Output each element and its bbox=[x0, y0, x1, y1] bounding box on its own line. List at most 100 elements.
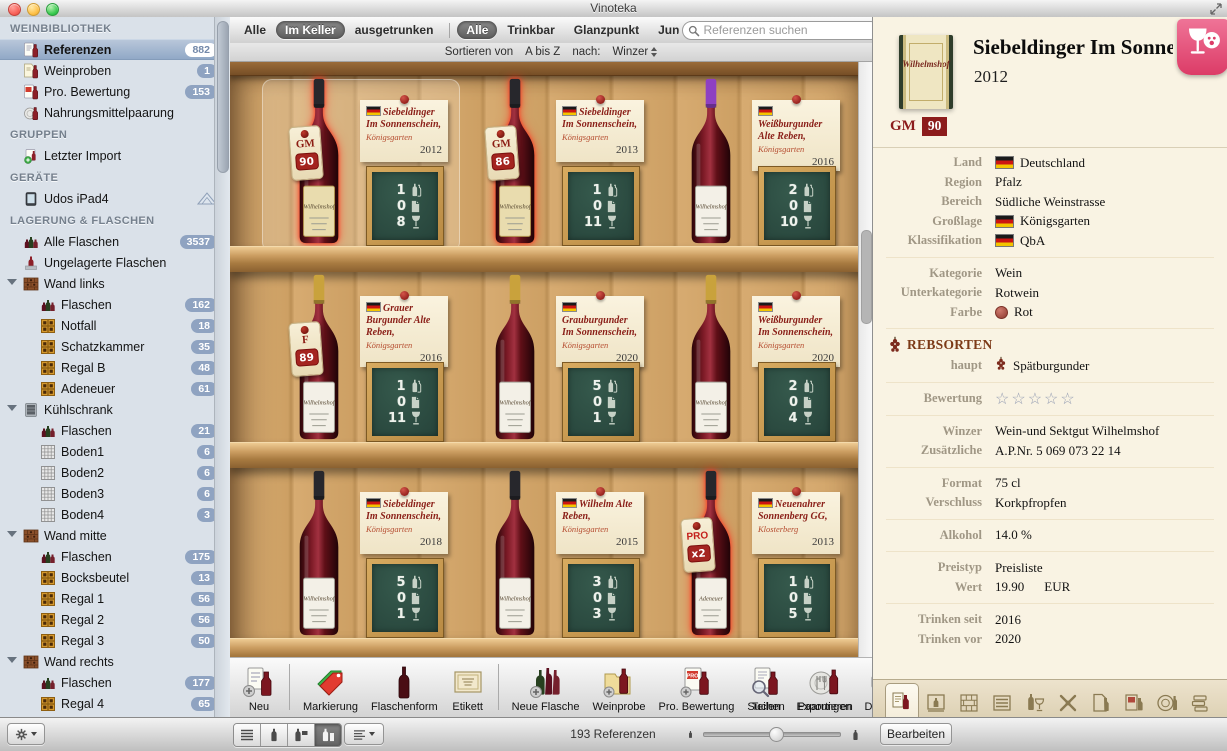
filter-button-ausgetrunken[interactable]: ausgetrunken bbox=[346, 21, 443, 39]
wine-note-card[interactable]: Weißburgunder Im Sonnenschein, Königsgar… bbox=[752, 296, 840, 367]
filter-button-glanzpunkt[interactable]: Glanzpunkt bbox=[565, 21, 648, 39]
sidebar-item-flaschen[interactable]: Flaschen 177 bbox=[0, 672, 230, 693]
filter-button-jun[interactable]: Jun bbox=[649, 21, 679, 39]
wine-slot[interactable]: Wilhelmshof Weißburgunder Im Sonnenschei… bbox=[666, 272, 862, 468]
view-bottles-segment[interactable] bbox=[261, 724, 288, 746]
sidebar-item-flaschen[interactable]: Flaschen 162 bbox=[0, 294, 230, 315]
disclosure-triangle-icon[interactable] bbox=[7, 279, 17, 285]
cellar-scrollbar-thumb[interactable] bbox=[861, 230, 872, 324]
toolbar-item-pro-bewertung[interactable]: Pro. Bewertung bbox=[659, 667, 735, 714]
sidebar-item-kühlschrank[interactable]: Kühlschrank bbox=[0, 399, 230, 420]
wine-label-thumbnail[interactable]: Wilhelmshof bbox=[899, 35, 953, 109]
tab-pro[interactable] bbox=[1118, 687, 1150, 718]
filter-button-alle[interactable]: Alle bbox=[457, 21, 497, 39]
sidebar-item-boden4[interactable]: Boden4 3 bbox=[0, 504, 230, 525]
bottle-area[interactable]: Wilhelmshof bbox=[290, 468, 348, 639]
wine-slot[interactable]: Wilhelmshof Wilhelm Alte Reben, Königsga… bbox=[470, 468, 666, 662]
edit-button[interactable]: Bearbeiten bbox=[880, 723, 952, 745]
action-gear-button[interactable] bbox=[7, 723, 45, 745]
close-window-icon[interactable] bbox=[8, 3, 21, 16]
toolbar-item-markierung[interactable]: Markierung bbox=[303, 667, 358, 714]
fullscreen-icon[interactable] bbox=[1210, 3, 1222, 15]
wine-slot[interactable]: Adeneuer PRO x2 Neuenahrer Sonnenberg GG… bbox=[666, 468, 862, 662]
sidebar-item-wand-mitte[interactable]: Wand mitte bbox=[0, 525, 230, 546]
bottle-area[interactable]: Adeneuer PRO x2 bbox=[682, 468, 740, 639]
wine-bottle[interactable]: Wilhelmshof bbox=[682, 272, 740, 442]
sidebar-scrollbar[interactable] bbox=[214, 17, 230, 718]
disclosure-triangle-icon[interactable] bbox=[7, 405, 17, 411]
sidebar-item-regal-2[interactable]: Regal 2 56 bbox=[0, 609, 230, 630]
tab-pairing[interactable] bbox=[1151, 687, 1183, 718]
zoom-slider[interactable] bbox=[686, 724, 862, 745]
group-options-button[interactable] bbox=[344, 723, 384, 745]
bottle-area[interactable]: Wilhelmshof bbox=[682, 76, 740, 247]
tab-inventory[interactable] bbox=[1184, 687, 1216, 718]
sidebar-item-nahrungsmittelpaarung[interactable]: Nahrungsmittelpaarung bbox=[0, 102, 230, 123]
slider-thumb[interactable] bbox=[769, 727, 784, 742]
wine-slot[interactable]: Wilhelmshof GM 86 Siebeldinger Im Sonnen… bbox=[470, 76, 666, 272]
wine-note-card[interactable]: Grauer Burgunder Alte Reben, Königsgarte… bbox=[360, 296, 448, 367]
zoom-window-icon[interactable] bbox=[46, 3, 59, 16]
tab-notes[interactable] bbox=[1085, 687, 1117, 718]
wine-slot[interactable]: Wilhelmshof Weißburgunder Alte Reben, Kö… bbox=[666, 76, 862, 272]
sidebar-item-alle-flaschen[interactable]: Alle Flaschen 3537 bbox=[0, 231, 230, 252]
wine-note-card[interactable]: Neuenahrer Sonnenberg GG, Klosterberg 20… bbox=[752, 492, 840, 554]
tab-crate[interactable] bbox=[986, 687, 1018, 718]
sidebar-item-flaschen[interactable]: Flaschen 21 bbox=[0, 420, 230, 441]
filter-button-im-keller[interactable]: Im Keller bbox=[276, 21, 345, 39]
toolbar-item-neue-flasche[interactable]: Neue Flasche bbox=[512, 667, 580, 714]
disclosure-triangle-icon[interactable] bbox=[7, 531, 17, 537]
sidebar-item-referenzen[interactable]: Referenzen 882 bbox=[0, 39, 230, 60]
sidebar-item-bocksbeutel[interactable]: Bocksbeutel 13 bbox=[0, 567, 230, 588]
bottle-area[interactable]: Wilhelmshof GM 90 bbox=[290, 76, 348, 247]
tab-details[interactable] bbox=[885, 683, 919, 718]
sidebar-item-wand-rechts[interactable]: Wand rechts bbox=[0, 651, 230, 672]
sidebar-item-pro-bewertung[interactable]: Pro. Bewertung 153 bbox=[0, 81, 230, 102]
sidebar-item-boden2[interactable]: Boden2 6 bbox=[0, 462, 230, 483]
cellar-scrollbar[interactable] bbox=[858, 62, 872, 662]
tab-grapes[interactable] bbox=[1052, 687, 1084, 718]
sidebar-item-adeneuer[interactable]: Adeneuer 61 bbox=[0, 378, 230, 399]
view-list-segment[interactable] bbox=[234, 724, 261, 746]
toolbar-item-weinprobe[interactable]: Weinprobe bbox=[593, 667, 646, 714]
tab-storage[interactable] bbox=[953, 687, 985, 718]
tasting-ribbon-badge[interactable] bbox=[1177, 19, 1227, 75]
view-bottle-label-segment[interactable] bbox=[288, 724, 315, 746]
slider-track[interactable] bbox=[703, 732, 841, 737]
bottle-area[interactable]: Wilhelmshof bbox=[486, 272, 544, 443]
tab-tasting[interactable] bbox=[1019, 687, 1051, 718]
wine-bottle[interactable]: Wilhelmshof bbox=[486, 272, 544, 442]
sidebar-item-weinproben[interactable]: Weinproben 1 bbox=[0, 60, 230, 81]
bottle-area[interactable]: Wilhelmshof bbox=[486, 468, 544, 639]
filter-button-trinkbar[interactable]: Trinkbar bbox=[498, 21, 563, 39]
sidebar-item-regal-3[interactable]: Regal 3 50 bbox=[0, 630, 230, 651]
minimize-window-icon[interactable] bbox=[27, 3, 40, 16]
sidebar-item-udos-ipad4[interactable]: Udos iPad4 bbox=[0, 188, 230, 209]
toolbar-item-flaschenform[interactable]: Flaschenform bbox=[371, 667, 438, 714]
sidebar-item-boden3[interactable]: Boden3 6 bbox=[0, 483, 230, 504]
wine-note-card[interactable]: Wilhelm Alte Reben, Königsgarten 2015 bbox=[556, 492, 644, 554]
view-shelf-segment[interactable] bbox=[315, 724, 341, 746]
sidebar-item-ungelagerte-flaschen[interactable]: Ungelagerte Flaschen bbox=[0, 252, 230, 273]
wine-note-card[interactable]: Grauburgunder Im Sonnenschein, Königsgar… bbox=[556, 296, 644, 367]
sidebar-item-regal-1[interactable]: Regal 1 56 bbox=[0, 588, 230, 609]
wine-note-card[interactable]: Siebeldinger Im Sonnenschein, Königsgart… bbox=[556, 100, 644, 162]
sidebar-item-letzter-import[interactable]: Letzter Import bbox=[0, 145, 230, 166]
wine-slot[interactable]: Wilhelmshof GM 90 Siebeldinger Im Sonnen… bbox=[274, 76, 470, 272]
title-bar[interactable]: Vinoteka bbox=[0, 0, 1227, 18]
sort-order-control[interactable]: A bis Z bbox=[525, 46, 560, 58]
wine-note-card[interactable]: Siebeldinger Im Sonnenschein, Königsgart… bbox=[360, 100, 448, 162]
sidebar-item-regal-b[interactable]: Regal B 48 bbox=[0, 357, 230, 378]
sort-key-dropdown[interactable]: Winzer bbox=[612, 46, 657, 58]
wine-slot[interactable]: Wilhelmshof Siebeldinger Im Sonnenschein… bbox=[274, 468, 470, 662]
toolbar-item-suchen[interactable]: Suchen Teilen bbox=[747, 667, 784, 714]
sidebar-item-schatzkammer[interactable]: Schatzkammer 35 bbox=[0, 336, 230, 357]
wine-bottle[interactable]: Wilhelmshof bbox=[682, 76, 740, 246]
wine-note-card[interactable]: Siebeldinger Im Sonnenschein, Königsgart… bbox=[360, 492, 448, 554]
sidebar-scrollbar-thumb[interactable] bbox=[217, 21, 229, 173]
wine-slot[interactable]: Wilhelmshof Grauburgunder Im Sonnenschei… bbox=[470, 272, 666, 468]
wine-note-card[interactable]: Weißburgunder Alte Reben, Königsgarten 2… bbox=[752, 100, 840, 171]
filter-button-alle[interactable]: Alle bbox=[235, 21, 275, 39]
search-input[interactable] bbox=[682, 21, 880, 40]
sidebar-item-notfall[interactable]: Notfall 18 bbox=[0, 315, 230, 336]
